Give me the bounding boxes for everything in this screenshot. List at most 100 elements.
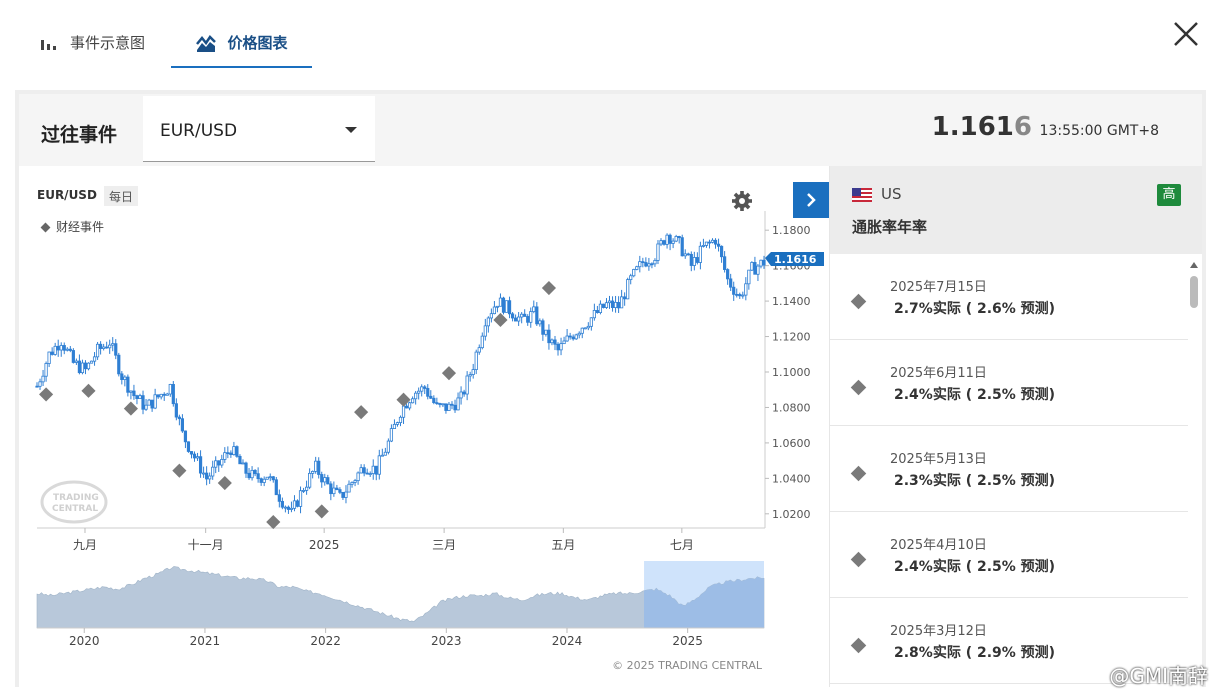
- candle-body: [462, 391, 466, 395]
- candle-body: [650, 263, 654, 266]
- candle-body: [392, 423, 397, 429]
- candle-body: [507, 300, 512, 315]
- tab-price-chart[interactable]: 价格图表: [171, 22, 312, 68]
- candle-body: [68, 348, 72, 351]
- candle-body: [111, 343, 115, 346]
- candle-body: [268, 476, 272, 479]
- candle-body: [698, 245, 702, 263]
- event-date: 2025年7月15日: [890, 280, 987, 295]
- interval-badge[interactable]: 每日: [109, 189, 133, 204]
- candle-body: [383, 451, 387, 456]
- event-list-scrollbar[interactable]: [1189, 262, 1199, 687]
- price-last-digit: 6: [1013, 112, 1032, 142]
- event-marker: [493, 312, 508, 328]
- candle-body: [586, 325, 590, 329]
- candle-body: [553, 339, 557, 345]
- candle-body: [211, 466, 215, 477]
- candle-body: [526, 316, 530, 323]
- panel-toggle-button[interactable]: [793, 182, 829, 218]
- candle-body: [344, 491, 348, 498]
- candle-body: [198, 456, 203, 474]
- candle-body: [286, 506, 291, 510]
- candle-body: [610, 300, 615, 308]
- tab-event-diagram[interactable]: 事件示意图: [38, 22, 145, 68]
- event-marker: [39, 387, 54, 402]
- candle-body: [314, 460, 318, 472]
- candle-body: [738, 294, 742, 297]
- candle-body: [595, 310, 599, 313]
- candle-body: [483, 325, 487, 337]
- candle-body: [674, 236, 678, 242]
- chart-area[interactable]: EUR/USD 每日 财经事件 TRADING CENTRAL 1.1800 1…: [19, 166, 829, 687]
- candle-body: [323, 477, 327, 483]
- candle-body: [220, 459, 224, 466]
- candle-body: [189, 451, 194, 455]
- event-marker: [123, 401, 138, 416]
- candle-body: [153, 394, 157, 409]
- y-tick-label: 1.1000: [772, 366, 811, 379]
- event-history-item[interactable]: 2025年5月13日 2.3%实际 ( 2.5% 预测): [830, 426, 1188, 512]
- candle-body: [495, 305, 500, 308]
- candle-body: [407, 402, 412, 409]
- candle-body: [444, 403, 448, 411]
- x-tick-label: 三月: [432, 538, 456, 552]
- price-chart[interactable]: EUR/USD 每日 财经事件 TRADING CENTRAL 1.18001.…: [19, 166, 829, 687]
- event-history-item[interactable]: 2025年4月10日 2.4%实际 ( 2.5% 预测): [830, 512, 1188, 598]
- candle-body: [56, 345, 60, 351]
- events-panel: US 高 通胀率年率 2025年7月15日 2.7%实际 ( 2.6% 预测) …: [829, 166, 1202, 687]
- gear-icon[interactable]: [732, 191, 752, 211]
- y-tick-label: 1.0600: [772, 437, 811, 450]
- candle-body: [744, 283, 748, 296]
- candle-body: [401, 405, 406, 418]
- watermark: @GMI南辞: [1109, 664, 1208, 688]
- event-history-item[interactable]: 2025年7月15日 2.7%实际 ( 2.6% 预测): [830, 254, 1188, 340]
- candle-body: [311, 470, 315, 474]
- candle-body: [38, 381, 42, 387]
- candle-body: [735, 293, 739, 296]
- event-history-item[interactable]: 2025年6月11日 2.4%实际 ( 2.5% 预测): [830, 340, 1188, 426]
- candle-body: [568, 335, 572, 338]
- candle-body: [641, 261, 645, 264]
- candle-body: [574, 334, 578, 340]
- candle-body: [123, 376, 127, 380]
- current-price-label: 1.1616: [774, 253, 817, 266]
- y-tick-label: 1.0200: [772, 508, 811, 521]
- candle-body: [435, 402, 439, 405]
- candle-body: [659, 240, 663, 245]
- candle-body: [226, 452, 230, 455]
- candle-body: [292, 500, 297, 509]
- candle-body: [489, 313, 493, 319]
- candle-body: [653, 259, 657, 265]
- event-result: 2.7%实际 ( 2.6% 预测): [894, 301, 1056, 317]
- instrument-select[interactable]: EUR/USD: [143, 96, 375, 162]
- diamond-icon: [850, 465, 867, 482]
- close-icon[interactable]: [1170, 18, 1202, 50]
- event-date: 2025年3月12日: [890, 624, 987, 639]
- candle-body: [480, 335, 484, 349]
- candle-body: [459, 391, 463, 399]
- scroll-up-icon[interactable]: [1190, 262, 1198, 268]
- candle-body: [589, 317, 593, 327]
- candle-body: [411, 398, 415, 404]
- candle-body: [532, 306, 536, 313]
- chart-symbol: EUR/USD: [37, 188, 97, 202]
- candle-body: [132, 390, 136, 397]
- candle-body: [295, 500, 300, 507]
- candle-body: [62, 345, 66, 351]
- x-tick-label: 五月: [551, 538, 575, 552]
- candle-body: [89, 360, 94, 364]
- candle-body: [265, 476, 269, 480]
- candle-body: [504, 300, 509, 313]
- candle-body: [523, 313, 527, 317]
- candle-body: [726, 269, 730, 280]
- x-tick-label: 十一月: [188, 538, 224, 552]
- candle-body: [620, 296, 624, 309]
- logo-text-1: TRADING: [53, 493, 99, 503]
- candle-body: [50, 351, 54, 355]
- event-marker: [217, 475, 232, 491]
- candle-body: [623, 296, 627, 300]
- scroll-thumb[interactable]: [1190, 276, 1198, 308]
- candle-body: [617, 301, 621, 309]
- candle-body: [517, 316, 521, 322]
- candle-body: [547, 329, 551, 344]
